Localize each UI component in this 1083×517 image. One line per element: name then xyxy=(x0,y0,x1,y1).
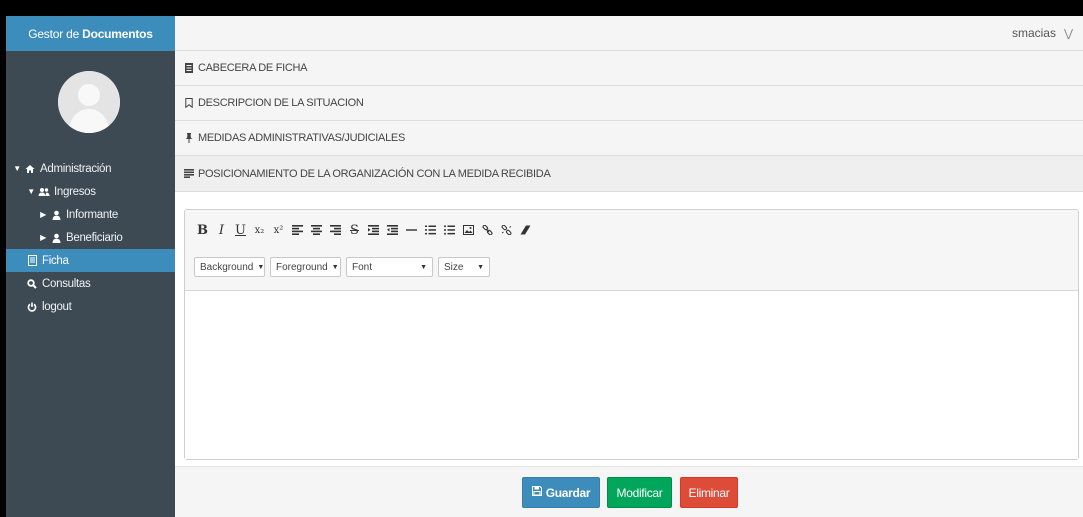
caret-right-icon: ▶ xyxy=(40,210,46,219)
indent-icon[interactable] xyxy=(364,220,383,240)
search-icon xyxy=(26,278,38,289)
panel-body: B I U x₂ x² S Background ▼ Foreground ▼ … xyxy=(175,193,1083,517)
file-icon xyxy=(26,255,38,266)
select-label: Size xyxy=(444,261,464,273)
image-icon[interactable] xyxy=(459,220,478,240)
user-icon xyxy=(50,233,62,243)
floppy-disk-icon xyxy=(531,485,542,499)
sidebar-item-ficha[interactable]: Ficha xyxy=(6,249,175,272)
italic-icon[interactable]: I xyxy=(212,220,231,240)
panel-descripcion-de-la-situacion[interactable]: DESCRIPCION DE LA SITUACION xyxy=(175,86,1083,121)
caret-right-icon: ▶ xyxy=(40,233,46,242)
sidebar-item-ingresos[interactable]: ▼ Ingresos xyxy=(6,180,175,203)
avatar-silhouette-icon xyxy=(58,71,120,133)
brand-strong: Documentos xyxy=(82,26,153,41)
file-icon xyxy=(184,63,194,73)
app-frame: Gestor de Documentos ▼ Administración ▼ xyxy=(6,16,1083,517)
sidebar-item-label: logout xyxy=(42,300,72,313)
delete-button[interactable]: Eliminar xyxy=(680,477,738,508)
link-icon[interactable] xyxy=(478,220,497,240)
form-actions: Guardar Modificar Eliminar xyxy=(175,466,1083,517)
sidebar-menu: ▼ Administración ▼ Ingresos ▶ Informante xyxy=(6,157,175,318)
caret-down-icon: ▼ xyxy=(13,164,21,173)
eraser-icon[interactable] xyxy=(516,220,535,240)
rich-text-editor: B I U x₂ x² S Background ▼ Foreground ▼ … xyxy=(184,209,1079,460)
brand-prefix: Gestor de xyxy=(28,26,80,41)
sidebar-item-label: Consultas xyxy=(42,277,91,290)
panel-posicionamiento[interactable]: POSICIONAMIENTO DE LA ORGANIZACIÓN CON L… xyxy=(175,156,1083,192)
pin-icon xyxy=(184,133,194,143)
bookmark-icon xyxy=(184,98,194,108)
panel-title: POSICIONAMIENTO DE LA ORGANIZACIÓN CON L… xyxy=(198,167,551,180)
main-area: smacias ⋁ CABECERA DE FICHA DESCRIPCION … xyxy=(175,16,1083,517)
user-icon xyxy=(50,210,62,220)
editor-toolbar: B I U x₂ x² S Background ▼ Foreground ▼ … xyxy=(185,210,1078,291)
caret-down-icon: ▼ xyxy=(420,263,427,271)
modify-button-label: Modificar xyxy=(616,485,663,500)
align-right-icon[interactable] xyxy=(326,220,345,240)
user-menu-name[interactable]: smacias xyxy=(1012,26,1056,40)
chevron-down-icon[interactable]: ⋁ xyxy=(1064,27,1073,40)
list-icon xyxy=(184,169,194,178)
underline-icon[interactable]: U xyxy=(231,220,250,240)
toolbar-buttons: B I U x₂ x² S xyxy=(193,220,535,240)
select-label: Foreground xyxy=(276,261,328,273)
superscript-icon[interactable]: x² xyxy=(269,220,288,240)
caret-down-icon: ▼ xyxy=(331,263,339,271)
top-navbar: smacias ⋁ xyxy=(175,16,1083,51)
strikethrough-icon[interactable]: S xyxy=(345,220,364,240)
delete-button-label: Eliminar xyxy=(688,485,730,500)
caret-down-icon: ▼ xyxy=(477,263,484,271)
sidebar-item-informante[interactable]: ▶ Informante xyxy=(6,203,175,226)
user-avatar xyxy=(58,71,120,133)
save-button-label: Guardar xyxy=(545,485,591,500)
align-center-icon[interactable] xyxy=(307,220,326,240)
font-select[interactable]: Font ▼ xyxy=(346,257,433,277)
caret-down-icon: ▼ xyxy=(27,187,35,196)
align-left-icon[interactable] xyxy=(288,220,307,240)
sidebar: Gestor de Documentos ▼ Administración ▼ xyxy=(6,16,175,517)
ordered-list-icon[interactable] xyxy=(421,220,440,240)
bold-icon[interactable]: B xyxy=(193,220,212,240)
panel-cabecera-de-ficha[interactable]: CABECERA DE FICHA xyxy=(175,51,1083,86)
background-color-select[interactable]: Background ▼ xyxy=(194,257,265,277)
toolbar-dropdowns: Background ▼ Foreground ▼ Font ▼ Size ▼ xyxy=(194,257,490,277)
panel-title: CABECERA DE FICHA xyxy=(198,62,308,74)
home-icon xyxy=(24,164,36,174)
foreground-color-select[interactable]: Foreground ▼ xyxy=(270,257,341,277)
subscript-icon[interactable]: x₂ xyxy=(250,220,269,240)
select-label: Font xyxy=(352,261,373,273)
sidebar-item-label: Informante xyxy=(66,208,118,221)
caret-down-icon: ▼ xyxy=(257,263,265,271)
sidebar-item-label: Beneficiario xyxy=(66,231,123,244)
save-button[interactable]: Guardar xyxy=(522,477,600,508)
select-label: Background xyxy=(200,261,254,273)
sidebar-item-logout[interactable]: logout xyxy=(6,295,175,318)
sidebar-item-administracion[interactable]: ▼ Administración xyxy=(6,157,175,180)
panel-title: MEDIDAS ADMINISTRATIVAS/JUDICIALES xyxy=(198,132,405,144)
modify-button[interactable]: Modificar xyxy=(607,477,672,508)
horizontal-rule-icon[interactable] xyxy=(402,220,421,240)
power-icon xyxy=(26,302,38,312)
editor-content-area[interactable] xyxy=(185,291,1078,459)
unordered-list-icon[interactable] xyxy=(440,220,459,240)
sidebar-item-beneficiario[interactable]: ▶ Beneficiario xyxy=(6,226,175,249)
size-select[interactable]: Size ▼ xyxy=(438,257,490,277)
outdent-icon[interactable] xyxy=(383,220,402,240)
panel-medidas-administrativas-judiciales[interactable]: MEDIDAS ADMINISTRATIVAS/JUDICIALES xyxy=(175,121,1083,156)
panel-title: DESCRIPCION DE LA SITUACION xyxy=(198,97,364,109)
sidebar-item-label: Ficha xyxy=(42,254,69,267)
users-icon xyxy=(38,187,50,197)
sidebar-item-consultas[interactable]: Consultas xyxy=(6,272,175,295)
sidebar-item-label: Ingresos xyxy=(54,185,96,198)
brand-logo[interactable]: Gestor de Documentos xyxy=(6,16,175,51)
sidebar-item-label: Administración xyxy=(40,162,112,175)
unlink-icon[interactable] xyxy=(497,220,516,240)
